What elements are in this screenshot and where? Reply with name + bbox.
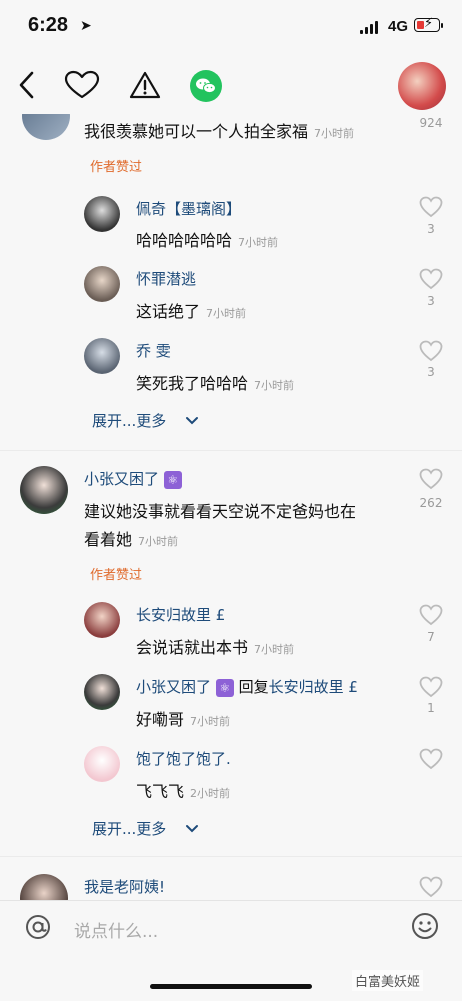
reply-text: 这话绝了 7小时前 <box>136 302 247 321</box>
like-icon[interactable] <box>419 468 443 490</box>
signal-icon <box>360 20 380 34</box>
like-icon[interactable] <box>419 748 443 770</box>
expand-more-link[interactable]: 展开...更多 <box>92 818 199 839</box>
user-tag-icon: ⚛ <box>215 678 234 697</box>
reply-text: 会说话就出本书 7小时前 <box>136 638 295 657</box>
location-arrow-icon: ➤ <box>80 18 92 34</box>
like-icon[interactable] <box>419 340 443 362</box>
comment-input[interactable]: 说点什么... <box>74 917 158 942</box>
like-count: 3 <box>427 222 435 236</box>
comment-text: 我很羡慕她可以一个人拍全家福 7小时前 <box>84 122 355 141</box>
reply-to-name[interactable]: 长安归故里 £ <box>269 678 358 696</box>
like-icon[interactable] <box>419 604 443 626</box>
like-count: 924 <box>419 116 443 130</box>
heart-icon[interactable] <box>64 70 100 100</box>
reply-text: 哈哈哈哈哈哈 7小时前 <box>136 231 279 250</box>
like-icon[interactable] <box>419 196 443 218</box>
battery-icon: ⚡ <box>414 16 440 32</box>
chevron-down-icon <box>186 825 199 833</box>
reply-author-name[interactable]: 长安归故里 £ <box>136 604 225 625</box>
comment-text-line2: 看着她 7小时前 <box>84 530 179 549</box>
home-indicator[interactable] <box>150 984 312 989</box>
status-bar: 6:28 ➤ 4G ⚡ <box>0 0 462 56</box>
reply-author-name[interactable]: 小张又困了 <box>136 678 211 696</box>
at-icon[interactable] <box>24 913 52 941</box>
like-icon[interactable] <box>419 676 443 698</box>
like-icon[interactable] <box>419 268 443 290</box>
author-liked-badge: 作者赞过 <box>90 568 143 583</box>
warning-icon[interactable] <box>128 70 162 100</box>
avatar[interactable] <box>84 602 120 638</box>
like-count: 262 <box>419 496 443 510</box>
chevron-down-icon <box>186 417 199 425</box>
reply-author-name[interactable]: 饱了饱了饱了. <box>136 748 231 769</box>
author-avatar[interactable] <box>398 62 446 110</box>
like-count: 1 <box>427 701 435 715</box>
watermark: 白富美妖姬 <box>352 970 424 991</box>
like-count: 7 <box>427 630 435 644</box>
avatar[interactable] <box>84 674 120 710</box>
avatar[interactable] <box>84 338 120 374</box>
reply-header: 小张又困了 ⚛ 回复长安归故里 £ <box>136 676 358 697</box>
user-tag-icon: ⚛ <box>163 470 182 489</box>
expand-more-link[interactable]: 展开...更多 <box>92 410 199 431</box>
avatar[interactable] <box>20 466 68 514</box>
network-type: 4G <box>388 18 409 35</box>
reply-text: 笑死我了哈哈哈 7小时前 <box>136 374 295 393</box>
reply-author-name[interactable]: 佩奇【墨璃阁】 <box>136 198 241 219</box>
status-time: 6:28 <box>28 14 69 36</box>
author-liked-badge: 作者赞过 <box>90 160 143 175</box>
like-count: 3 <box>427 365 435 379</box>
like-icon[interactable] <box>419 876 443 898</box>
avatar[interactable] <box>84 746 120 782</box>
like-count: 3 <box>427 294 435 308</box>
comment-author-name[interactable]: 我是老阿姨! <box>84 876 165 897</box>
wechat-share-icon[interactable] <box>190 70 222 102</box>
back-icon[interactable] <box>16 70 38 100</box>
reply-author-name[interactable]: 乔 雯 <box>136 340 171 361</box>
avatar[interactable] <box>20 874 68 900</box>
comment-author-name[interactable]: 小张又困了 ⚛ <box>84 468 182 489</box>
avatar[interactable] <box>84 266 120 302</box>
reply-author-name[interactable]: 怀罪潜逃 <box>136 268 196 289</box>
reply-label: 回复 <box>238 678 269 696</box>
comment-feed: 我很羡慕她可以一个人拍全家福 7小时前 924 作者赞过 佩奇【墨璃阁】 哈哈哈哈… <box>0 114 462 900</box>
emoji-icon[interactable] <box>410 911 440 941</box>
top-bar <box>0 56 462 114</box>
reply-text: 好嘞哥 7小时前 <box>136 710 231 729</box>
reply-text: 飞飞飞 2小时前 <box>136 782 231 801</box>
comment-text-line1: 建议她没事就看看天空说不定爸妈也在 <box>84 502 357 521</box>
avatar[interactable] <box>22 114 70 140</box>
avatar[interactable] <box>84 196 120 232</box>
